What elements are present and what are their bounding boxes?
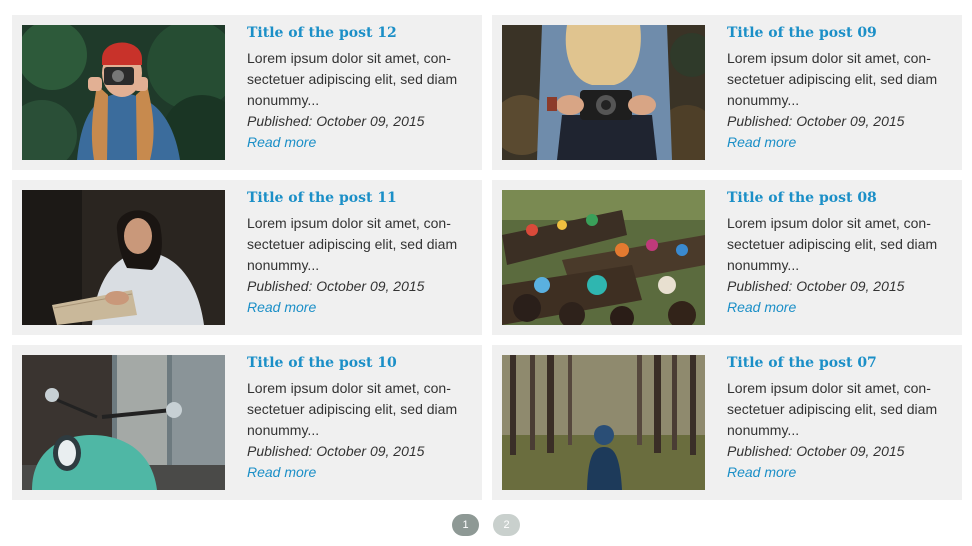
post-title-link[interactable]: Title of the post 07 (727, 354, 952, 372)
post-thumbnail-image[interactable] (502, 190, 705, 325)
post-thumbnail-image[interactable] (502, 355, 705, 490)
read-more-link[interactable]: Read more (727, 297, 796, 318)
post-body: Title of the post 10 Lorem ipsum dolor s… (247, 354, 472, 483)
post-excerpt: Lorem ipsum dolor sit amet, con-sectetue… (247, 380, 458, 438)
post-excerpt: Lorem ipsum dolor sit amet, con-sectetue… (727, 50, 938, 108)
post-card: Title of the post 08 Lorem ipsum dolor s… (492, 180, 962, 335)
post-card: Title of the post 10 Lorem ipsum dolor s… (12, 345, 482, 500)
post-published-date: Published: October 09, 2015 (727, 443, 905, 459)
post-published-date: Published: October 09, 2015 (727, 113, 905, 129)
post-body: Title of the post 11 Lorem ipsum dolor s… (247, 189, 472, 318)
post-excerpt: Lorem ipsum dolor sit amet, con-sectetue… (727, 215, 938, 273)
pagination: 1 2 (0, 514, 972, 538)
post-published-date: Published: October 09, 2015 (247, 113, 425, 129)
post-body: Title of the post 07 Lorem ipsum dolor s… (727, 354, 952, 483)
post-body: Title of the post 08 Lorem ipsum dolor s… (727, 189, 952, 318)
post-title-link[interactable]: Title of the post 08 (727, 189, 952, 207)
post-excerpt: Lorem ipsum dolor sit amet, con-sectetue… (247, 215, 458, 273)
post-title-link[interactable]: Title of the post 09 (727, 24, 952, 42)
post-card: Title of the post 12 Lorem ipsum dolor s… (12, 15, 482, 170)
post-published-date: Published: October 09, 2015 (727, 278, 905, 294)
post-thumbnail-image[interactable] (22, 190, 225, 325)
post-title-link[interactable]: Title of the post 12 (247, 24, 472, 42)
post-card: Title of the post 11 Lorem ipsum dolor s… (12, 180, 482, 335)
post-thumbnail-image[interactable] (22, 355, 225, 490)
read-more-link[interactable]: Read more (247, 462, 316, 483)
read-more-link[interactable]: Read more (247, 132, 316, 153)
post-excerpt: Lorem ipsum dolor sit amet, con-sectetue… (727, 380, 938, 438)
post-published-date: Published: October 09, 2015 (247, 443, 425, 459)
read-more-link[interactable]: Read more (727, 132, 796, 153)
post-title-link[interactable]: Title of the post 10 (247, 354, 472, 372)
page-1-button[interactable]: 1 (452, 514, 479, 536)
page-2-button[interactable]: 2 (493, 514, 520, 536)
post-title-link[interactable]: Title of the post 11 (247, 189, 472, 207)
post-body: Title of the post 12 Lorem ipsum dolor s… (247, 24, 472, 153)
post-thumbnail-image[interactable] (22, 25, 225, 160)
post-card: Title of the post 07 Lorem ipsum dolor s… (492, 345, 962, 500)
post-excerpt: Lorem ipsum dolor sit amet, con-sectetue… (247, 50, 458, 108)
read-more-link[interactable]: Read more (247, 297, 316, 318)
post-thumbnail-image[interactable] (502, 25, 705, 160)
read-more-link[interactable]: Read more (727, 462, 796, 483)
post-published-date: Published: October 09, 2015 (247, 278, 425, 294)
post-card: Title of the post 09 Lorem ipsum dolor s… (492, 15, 962, 170)
post-body: Title of the post 09 Lorem ipsum dolor s… (727, 24, 952, 153)
